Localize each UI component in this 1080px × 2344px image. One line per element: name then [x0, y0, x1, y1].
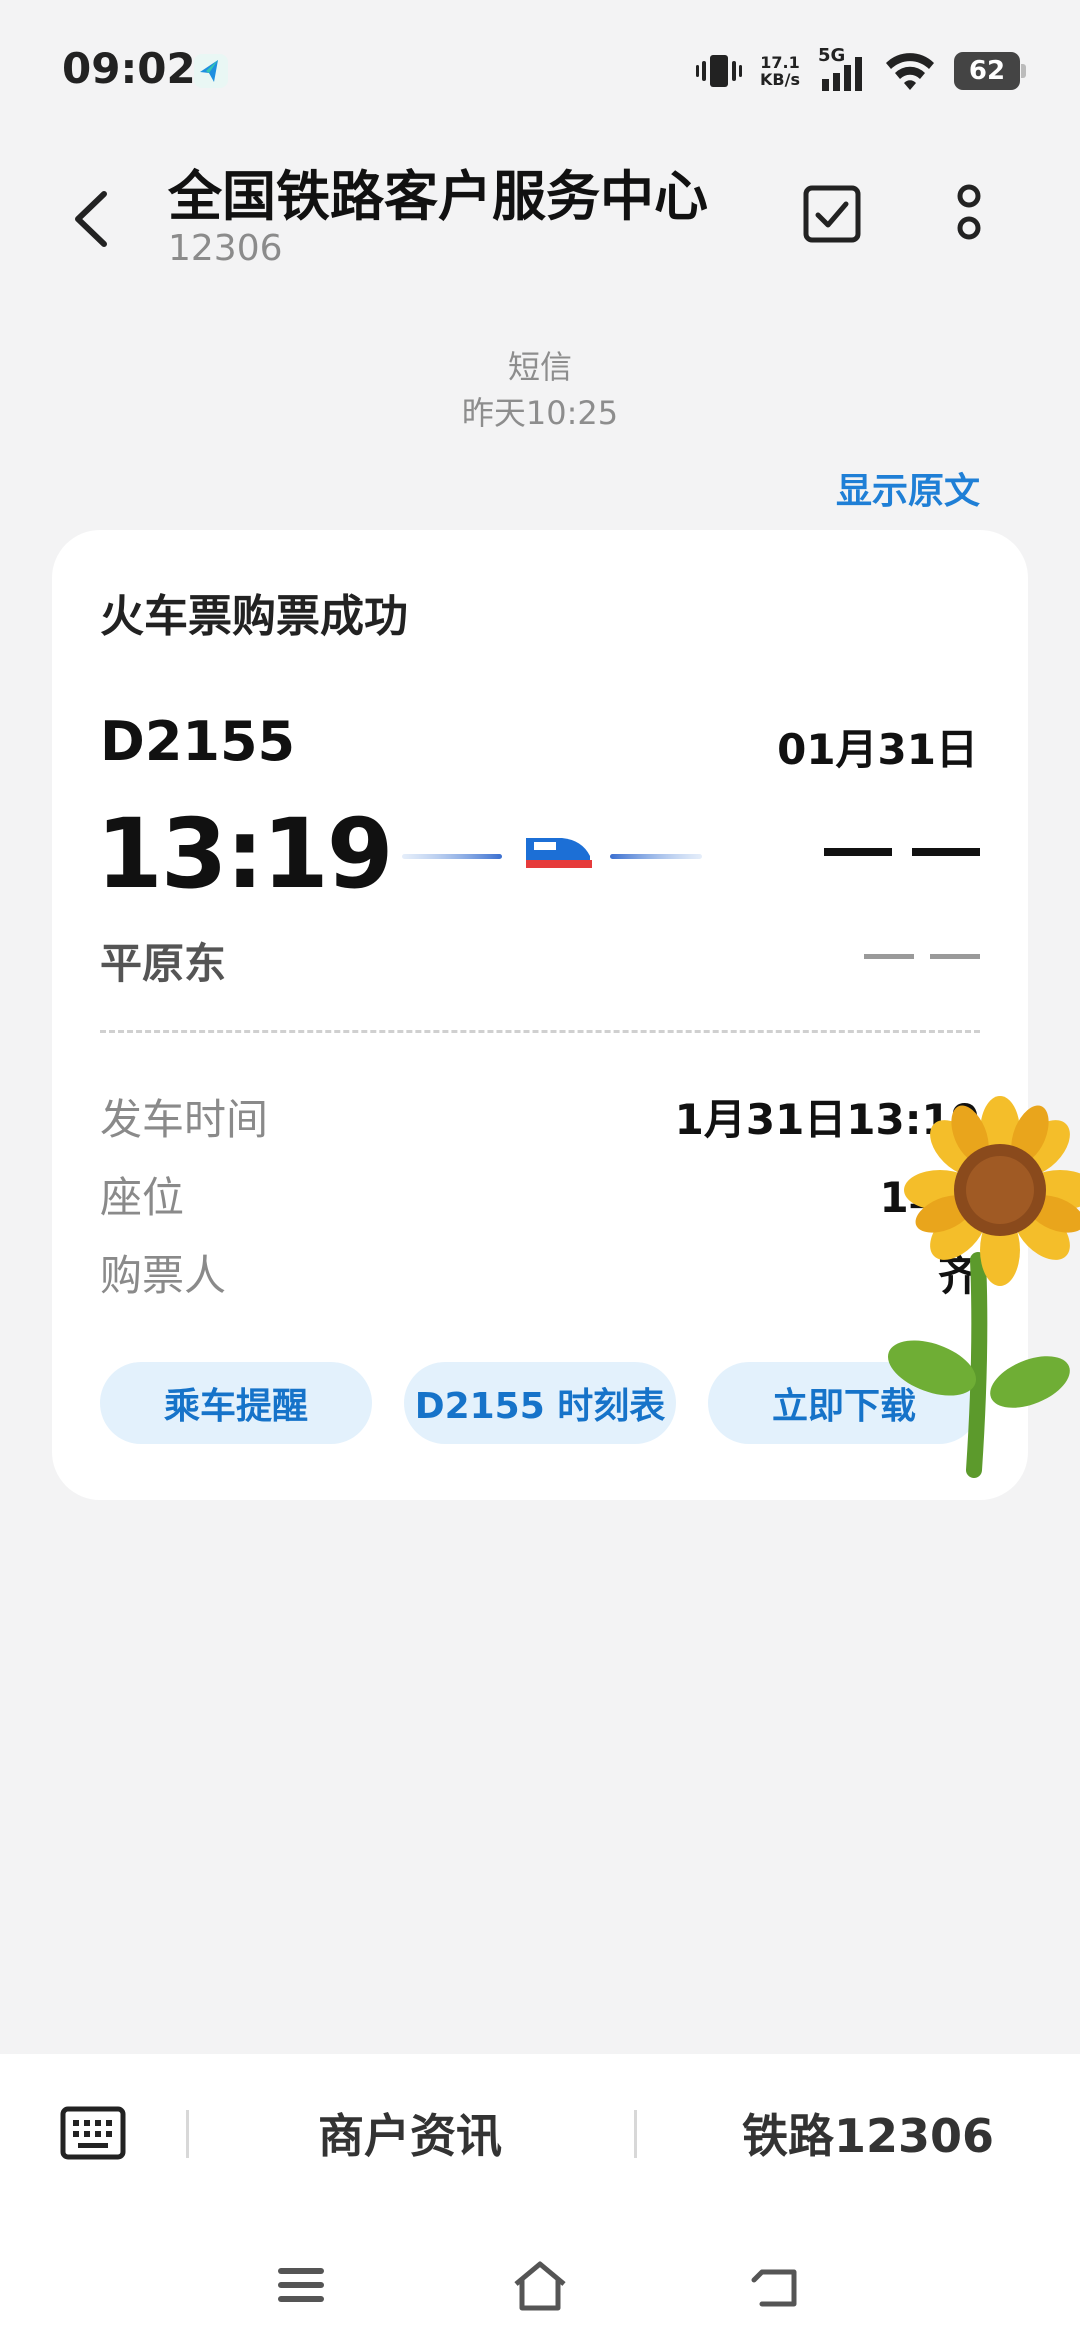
back-arrow-icon[interactable]	[62, 184, 122, 254]
back-nav-icon[interactable]	[748, 2258, 808, 2312]
train-date: 01月31日	[777, 725, 978, 774]
bottom-menu-bar: 商户资讯 铁路12306	[0, 2054, 1080, 2224]
train-route-icon	[402, 838, 702, 868]
contact-title: 全国铁路客户服务中心	[168, 165, 708, 228]
status-indicators: 17.1 KB/s 5G 62	[696, 44, 1026, 98]
wifi-icon	[886, 53, 934, 90]
ride-reminder-button[interactable]: 乘车提醒	[100, 1362, 372, 1444]
info-label: 购票人	[100, 1251, 227, 1300]
info-row-departure: 发车时间 1月31日13:19	[100, 1086, 980, 1144]
system-nav-bar	[0, 2224, 1080, 2344]
more-options-icon[interactable]	[944, 180, 994, 250]
menu-divider	[186, 2110, 189, 2158]
message-timestamp: 昨天10:25	[461, 394, 619, 432]
card-title: 火车票购票成功	[100, 591, 408, 642]
info-label: 发车时间	[100, 1095, 269, 1144]
arrival-time-placeholder	[824, 842, 980, 862]
app-notification-icon	[194, 54, 228, 88]
sunflower-sticker	[888, 1096, 1080, 1478]
info-row-seat: 座位 1车7	[100, 1164, 980, 1222]
contact-number: 12306	[168, 228, 283, 269]
info-row-passenger: 购票人 齐	[100, 1242, 980, 1300]
vibrate-icon	[696, 55, 743, 87]
conversation-header: 全国铁路客户服务中心 12306	[0, 140, 1080, 300]
net-speed: 17.1 KB/s	[760, 53, 800, 89]
dashed-divider	[100, 1030, 980, 1033]
departure-time: 13:19	[96, 798, 394, 910]
select-checkbox-icon[interactable]	[800, 182, 864, 246]
message-type: 短信	[507, 348, 572, 386]
battery-indicator: 62	[954, 52, 1026, 90]
departure-station: 平原东	[100, 939, 227, 988]
timetable-button[interactable]: D2155 时刻表	[404, 1362, 676, 1444]
cellular-signal: 5G	[818, 45, 866, 93]
keyboard-icon[interactable]	[60, 2106, 126, 2160]
card-actions: 乘车提醒 D2155 时刻表 立即下载	[100, 1362, 980, 1444]
network-type: 5G	[818, 45, 846, 66]
info-label: 座位	[100, 1173, 185, 1222]
show-original-link[interactable]: 显示原文	[836, 462, 980, 514]
status-time: 09:02	[62, 44, 196, 93]
message-meta: 短信 昨天10:25	[0, 344, 1080, 436]
arrival-station-placeholder	[864, 954, 980, 962]
train-number: D2155	[100, 710, 296, 773]
status-bar: 09:02 17.1 KB/s 5G 62	[0, 0, 1080, 140]
home-icon[interactable]	[510, 2258, 570, 2312]
menu-railway-12306[interactable]: 铁路12306	[742, 2100, 994, 2166]
menu-merchant-news[interactable]: 商户资讯	[318, 2100, 502, 2166]
recents-menu-icon[interactable]	[272, 2258, 332, 2312]
menu-divider	[634, 2110, 637, 2158]
